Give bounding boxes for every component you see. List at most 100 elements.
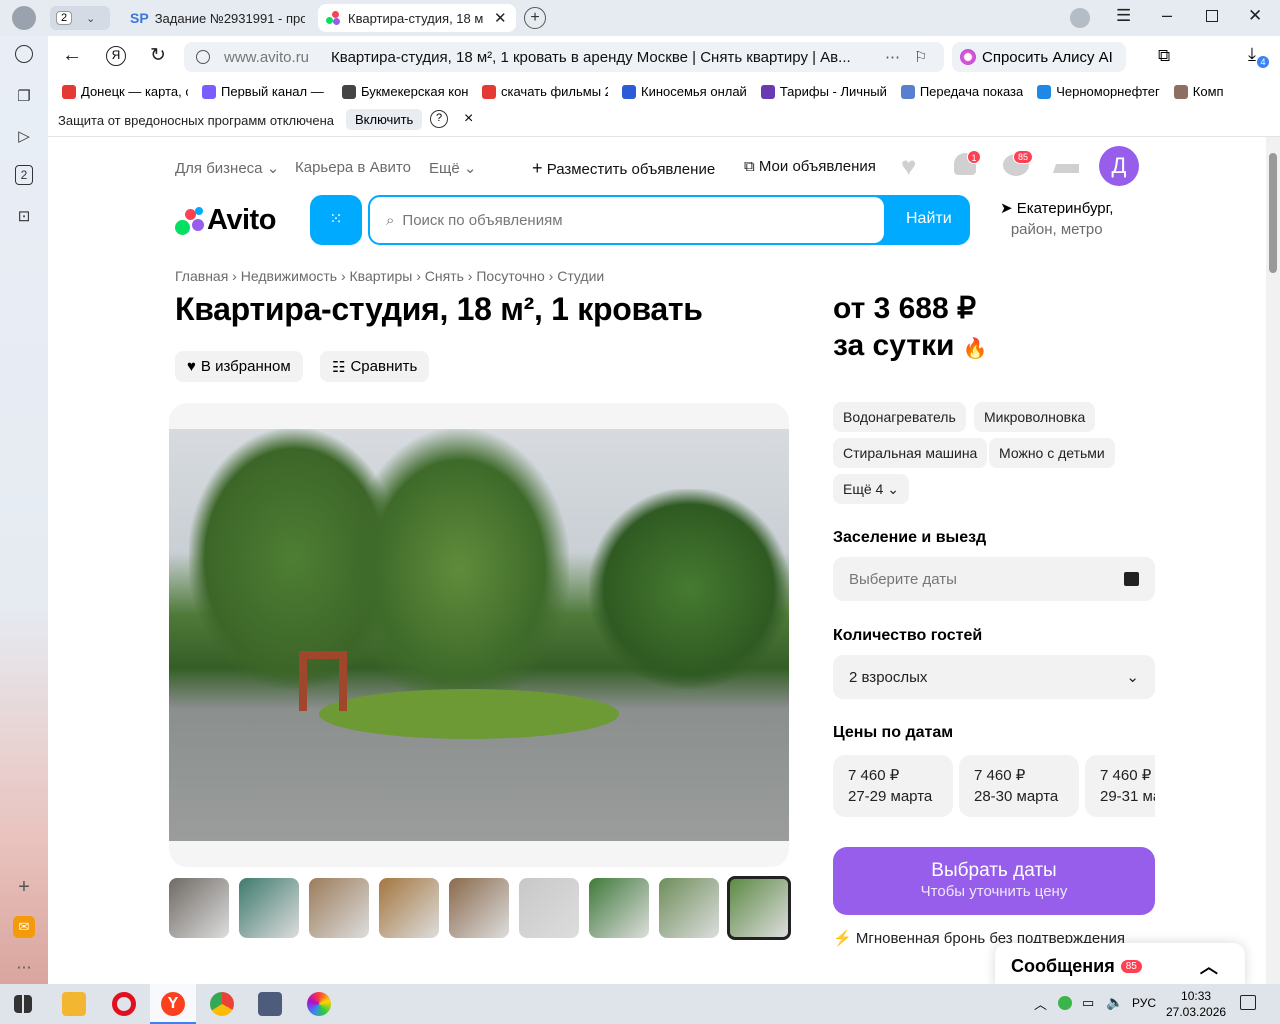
bookmark-item[interactable]: Передача показа <box>900 84 1023 99</box>
photo-thumbnail[interactable] <box>727 876 791 940</box>
bookmark-favicon-icon <box>900 84 915 99</box>
photo-thumbnail[interactable] <box>589 878 649 938</box>
tab-counter-badge: 2 <box>56 11 73 25</box>
breadcrumb-link[interactable]: Студии <box>557 268 604 284</box>
url-page-title: Квартира-студия, 18 м², 1 кровать в арен… <box>331 48 851 66</box>
back-arrow-icon[interactable]: ← <box>62 44 82 67</box>
tab-avito-active[interactable]: Квартира-студия, 18 м ✕ <box>318 4 516 32</box>
photo-thumbnail[interactable] <box>519 878 579 938</box>
messages-widget-badge: 85 <box>1120 959 1142 973</box>
select-dates-button[interactable]: Выбрать даты Чтобы уточнить цену <box>833 847 1155 915</box>
more-icon[interactable]: ⋯ <box>13 956 35 978</box>
breadcrumb-link[interactable]: Главная <box>175 268 228 284</box>
yandex-browser-taskbar[interactable]: Y <box>150 984 196 1024</box>
new-tab-button[interactable]: + <box>524 7 546 29</box>
bookmark-item[interactable]: Донецк — карта, с <box>62 84 188 99</box>
photo-thumbnail[interactable] <box>449 878 509 938</box>
bookmark-item[interactable]: Комп <box>1173 84 1224 99</box>
url-field[interactable]: www.avito.ru Квартира-студия, 18 м², 1 к… <box>184 42 944 72</box>
avito-logo[interactable]: Avito <box>175 204 276 237</box>
notifications-icon[interactable] <box>1240 995 1256 1010</box>
photo-thumbnail[interactable] <box>239 878 299 938</box>
file-explorer-icon[interactable] <box>62 992 86 1016</box>
opera-icon[interactable] <box>112 992 136 1016</box>
cta-main: Выбрать даты <box>931 860 1057 881</box>
chrome-icon[interactable] <box>210 992 234 1016</box>
bookmark-item[interactable]: скачать фильмы 2 <box>482 84 608 99</box>
menu-icon[interactable]: ☰ <box>1116 6 1131 26</box>
search-input[interactable]: ⌕ Поиск по объявлениям <box>370 197 884 243</box>
profile-icon[interactable] <box>12 6 36 30</box>
avito-logo-text: Avito <box>207 204 276 236</box>
scrollbar-thumb[interactable] <box>1269 153 1277 273</box>
photo-gallery[interactable] <box>169 403 789 867</box>
tabs-count-icon[interactable]: 2 <box>15 165 33 185</box>
account-icon[interactable] <box>1070 8 1090 28</box>
bookmark-favicon-icon <box>622 84 636 99</box>
bookmark-item[interactable]: Киносемья онлай <box>622 84 747 99</box>
video-icon[interactable]: ▷ <box>13 125 35 147</box>
minimize-icon[interactable]: – <box>1162 5 1172 26</box>
messages-widget[interactable]: Сообщения 85 ︿ <box>995 943 1245 984</box>
collections-icon[interactable]: ❐ <box>13 85 35 107</box>
mail-icon[interactable]: ✉ <box>13 916 35 938</box>
alice-button[interactable]: Спросить Алису AI <box>952 42 1126 72</box>
catalog-button[interactable]: ⁙ <box>310 195 362 245</box>
page-scrollbar[interactable] <box>1266 137 1280 984</box>
nav-careers[interactable]: Карьера в Авито <box>295 159 411 176</box>
bookmark-favicon-icon <box>482 84 496 99</box>
photo-thumbnail[interactable] <box>309 878 369 938</box>
photo-thumbnail[interactable] <box>169 878 229 938</box>
post-ad-button[interactable]: + Разместить объявление <box>532 158 715 179</box>
windows-start-icon[interactable] <box>14 995 32 1013</box>
nav-more[interactable]: Ещё ⌄ <box>429 159 476 177</box>
bookmark-item[interactable]: Букмекерская кон <box>342 84 468 99</box>
restore-icon[interactable] <box>1206 10 1218 22</box>
tab-group-counter[interactable]: 2 ⌄ <box>50 6 110 30</box>
volume-icon[interactable]: 🔈 <box>1106 994 1123 1011</box>
downloads-icon[interactable]: ⤓ 4 <box>1248 44 1269 68</box>
breadcrumb-link[interactable]: Снять <box>425 268 464 284</box>
reload-icon[interactable]: ↻ <box>150 44 166 67</box>
security-notification-bar: Защита от вредоносных программ отключена… <box>48 105 1280 137</box>
date-price-card[interactable]: 7 460 ₽29-31 ма <box>1085 755 1155 817</box>
site-info-icon[interactable] <box>196 50 210 64</box>
photo-thumbnail[interactable] <box>659 878 719 938</box>
network-icon[interactable]: ▭ <box>1082 995 1094 1011</box>
enable-protection-button[interactable]: Включить <box>346 109 423 130</box>
close-window-icon[interactable]: ✕ <box>1248 6 1262 26</box>
favorite-button[interactable]: ♥ В избранном <box>175 351 303 382</box>
add-icon[interactable]: + <box>13 876 35 898</box>
bookmark-item[interactable]: Первый канал — с <box>202 84 328 99</box>
tray-app-icon[interactable] <box>1058 996 1072 1010</box>
tab-zadanie[interactable]: SP Задание №2931991 - про <box>122 4 312 32</box>
close-icon[interactable]: × <box>464 110 473 128</box>
bookmark-item[interactable]: Тарифы - Личный <box>760 84 887 99</box>
breadcrumb-link[interactable]: Квартиры <box>350 268 413 284</box>
app-icon[interactable] <box>258 992 282 1016</box>
date-price-card[interactable]: 7 460 ₽28-30 марта <box>959 755 1079 817</box>
clock[interactable]: 10:33 27.03.2026 <box>1166 988 1226 1020</box>
cta-sub: Чтобы уточнить цену <box>920 883 1068 900</box>
color-app-icon[interactable] <box>307 992 331 1016</box>
language-indicator[interactable]: РУС <box>1132 996 1156 1010</box>
bookmark-icon[interactable]: ⚐ <box>914 48 927 66</box>
bookmark-favicon-icon <box>760 84 775 99</box>
photo-thumbnail[interactable] <box>379 878 439 938</box>
bookmark-label: Комп <box>1192 84 1224 99</box>
reader-icon[interactable]: ⧉ <box>1158 46 1170 66</box>
date-price-card[interactable]: 7 460 ₽27-29 марта <box>833 755 953 817</box>
tab-close-icon[interactable]: ✕ <box>494 9 507 27</box>
tray-chevron-up-icon[interactable]: ︿ <box>1034 994 1047 1013</box>
yandex-icon[interactable]: Я <box>106 46 126 66</box>
breadcrumb-link[interactable]: Посуточно <box>476 268 544 284</box>
help-icon[interactable]: ? <box>430 110 448 128</box>
history-icon[interactable] <box>15 45 33 63</box>
breadcrumb-link[interactable]: Недвижимость <box>241 268 337 284</box>
bookmark-item[interactable]: Черноморнефтег <box>1037 84 1160 99</box>
chevron-up-icon[interactable]: ︿ <box>1200 953 1218 979</box>
nav-for-business[interactable]: Для бизнеса ⌄ <box>175 159 279 177</box>
screenshot-icon[interactable]: ⊡ <box>13 205 35 227</box>
compare-button[interactable]: ☷ Сравнить <box>320 351 430 382</box>
more-dots-icon[interactable]: ⋯ <box>885 48 900 66</box>
